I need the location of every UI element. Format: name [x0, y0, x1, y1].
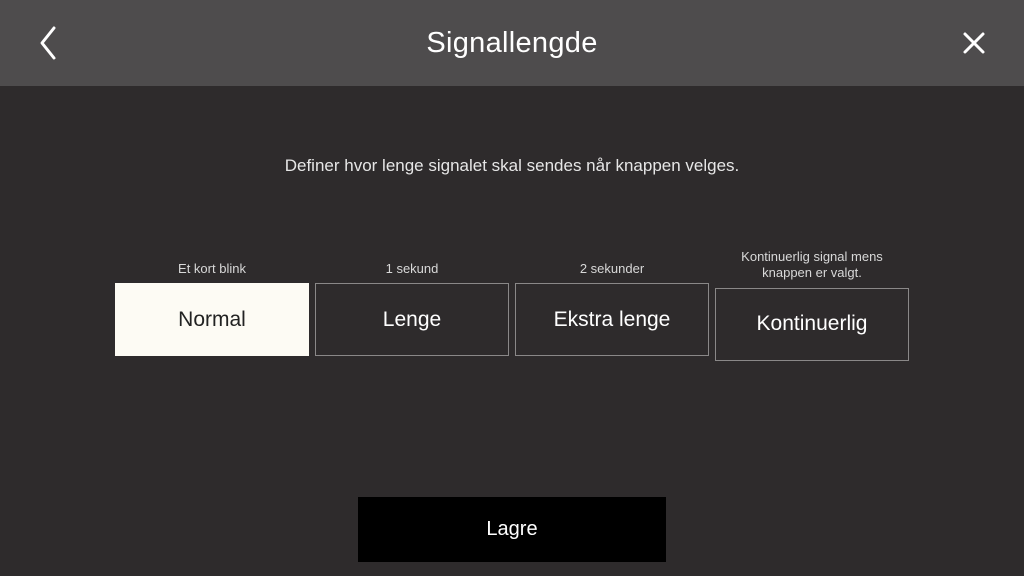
save-button[interactable]: Lagre [358, 497, 666, 562]
chevron-left-icon [38, 25, 58, 61]
option-button-kontinuerlig[interactable]: Kontinuerlig [715, 288, 909, 361]
options-container: Et kort blink Normal 1 sekund Lenge 2 se… [0, 249, 1024, 361]
option-label: 1 sekund [386, 249, 439, 283]
description-text: Definer hvor lenge signalet skal sendes … [0, 156, 1024, 176]
option-label: Kontinuerlig signal mens knappen er valg… [722, 249, 902, 288]
option-wrapper-normal: Et kort blink Normal [115, 249, 309, 361]
option-wrapper-lenge: 1 sekund Lenge [315, 249, 509, 361]
option-label: 2 sekunder [580, 249, 644, 283]
option-wrapper-kontinuerlig: Kontinuerlig signal mens knappen er valg… [715, 249, 909, 361]
close-icon [962, 31, 986, 55]
back-button[interactable] [38, 25, 58, 61]
option-button-lenge[interactable]: Lenge [315, 283, 509, 356]
close-button[interactable] [962, 31, 986, 55]
header: Signallengde [0, 0, 1024, 86]
page-title: Signallengde [426, 27, 597, 60]
option-wrapper-ekstra-lenge: 2 sekunder Ekstra lenge [515, 249, 709, 361]
option-button-normal[interactable]: Normal [115, 283, 309, 356]
option-label: Et kort blink [178, 249, 246, 283]
option-button-ekstra-lenge[interactable]: Ekstra lenge [515, 283, 709, 356]
